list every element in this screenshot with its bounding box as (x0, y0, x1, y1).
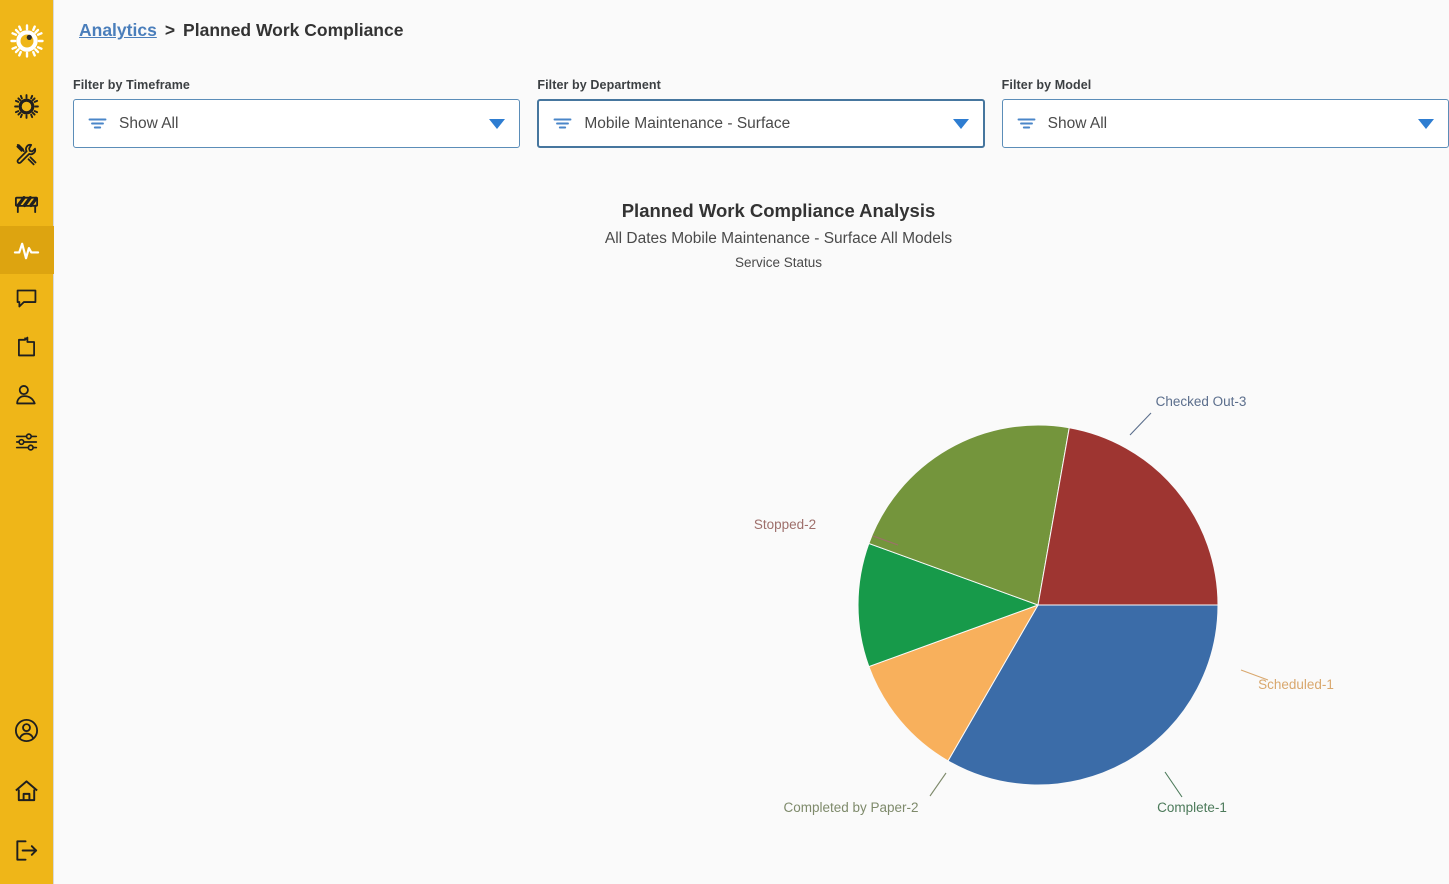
filter-value-model: Show All (1047, 114, 1108, 132)
chevron-down-icon[interactable] (488, 118, 506, 130)
pie-slice[interactable] (947, 604, 1219, 786)
filter-icon (88, 116, 107, 131)
sidebar-item-home[interactable] (0, 760, 54, 820)
chart-legend-title: Service Status (734, 255, 823, 270)
sidebar-item-account[interactable] (0, 700, 54, 760)
breadcrumb-link-analytics[interactable]: Analytics (79, 20, 157, 41)
logout-icon (16, 839, 38, 861)
pie-slice[interactable] (857, 542, 1040, 668)
filter-label-model: Filter by Model (1001, 78, 1092, 92)
sidebar-item-work-zones[interactable] (0, 178, 54, 226)
filter-bar: Filter by Timeframe Show All Filter by D… (73, 78, 1449, 148)
filter-label-timeframe: Filter by Timeframe (73, 78, 190, 92)
pie-label-leader-line (1164, 771, 1183, 798)
sidebar-item-messages[interactable] (0, 274, 54, 322)
gear-sun-icon (14, 93, 39, 119)
pie-chart-svg: Checked Out-3 Scheduled-1 Complete-1 Comple… (754, 394, 1334, 815)
speech-bubble-icon (16, 289, 37, 307)
pie-slice-label: Checked Out-3 (1156, 394, 1247, 409)
pie-slice-label: Stopped-2 (754, 517, 816, 532)
chart-title: Planned Work Compliance Analysis (621, 200, 936, 221)
sidebar-item-maintenance[interactable] (0, 130, 54, 178)
sidebar-item-notes[interactable] (0, 322, 54, 370)
sidebar-item-logout[interactable] (0, 820, 54, 880)
tools-wrench-icon (15, 143, 36, 166)
breadcrumb: Analytics > Planned Work Compliance (79, 20, 403, 41)
breadcrumb-separator: > (164, 20, 176, 40)
clipboard-note-icon (18, 336, 35, 356)
sidebar-item-settings[interactable] (0, 82, 54, 130)
chevron-down-icon[interactable] (952, 118, 970, 130)
pie-label-leader-line (1129, 412, 1152, 436)
pie-slice[interactable] (868, 604, 1040, 762)
sidebar-bottom-group (0, 700, 54, 884)
sun-gear-logo-icon (9, 24, 44, 58)
activity-pulse-icon (13, 242, 40, 259)
filter-select-department[interactable]: Mobile Maintenance - Surface (537, 99, 985, 148)
pie-slice[interactable] (868, 424, 1070, 606)
chevron-down-icon[interactable] (1417, 118, 1435, 130)
road-barrier-icon (14, 195, 39, 213)
sidebar-item-contacts[interactable] (0, 370, 54, 418)
main-content: Analytics > Planned Work Compliance Filt… (54, 0, 1449, 884)
filter-select-timeframe[interactable]: Show All (73, 99, 521, 148)
pie-label-leader-line (929, 772, 947, 797)
pie-chart: Checked Out-3 Scheduled-1 Complete-1 Comple… (108, 180, 1449, 880)
user-circle-icon (14, 718, 39, 742)
filter-icon (1017, 116, 1036, 131)
pie-slice-label: Complete-1 (1157, 800, 1227, 815)
sidebar-item-analytics[interactable] (0, 226, 54, 274)
pie-label-leader-line (1240, 669, 1269, 681)
page-title: Planned Work Compliance (183, 20, 404, 40)
sidebar (0, 0, 54, 884)
pie-slice-label: Completed by Paper-2 (783, 800, 918, 815)
filter-icon (553, 116, 572, 131)
chart-subtitle: All Dates Mobile Maintenance - Surface A… (604, 230, 953, 247)
home-icon (15, 779, 38, 801)
pie-slice-label: Scheduled-1 (1258, 677, 1334, 692)
sidebar-item-preferences[interactable] (0, 418, 54, 466)
person-icon (16, 384, 36, 404)
app-logo[interactable] (0, 0, 54, 82)
filter-group-timeframe: Filter by Timeframe Show All (73, 78, 521, 148)
pie-chart-panel: Planned Work Compliance Analysis All Dat… (108, 180, 1449, 880)
filter-group-model: Filter by Model Show All (1001, 78, 1449, 148)
filter-value-timeframe: Show All (119, 114, 179, 132)
filter-group-department: Filter by Department Mobile Maintenance … (537, 78, 985, 148)
app-root: Analytics > Planned Work Compliance Filt… (0, 0, 1449, 884)
pie-slice[interactable] (1037, 427, 1219, 606)
filter-value-department: Mobile Maintenance - Surface (584, 114, 791, 132)
pie-label-leader-line (872, 535, 899, 546)
sliders-icon (15, 433, 37, 451)
filter-select-model[interactable]: Show All (1001, 99, 1449, 148)
filter-label-department: Filter by Department (537, 78, 661, 92)
